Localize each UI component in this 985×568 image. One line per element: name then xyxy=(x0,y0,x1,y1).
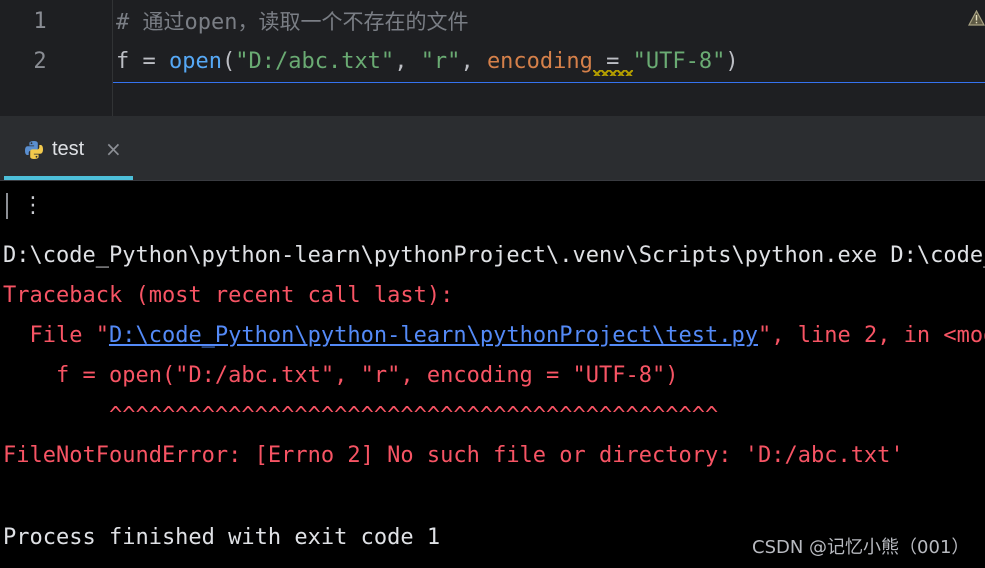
traceback-header: Traceback (most recent call last): xyxy=(3,283,454,308)
paren-token: ) xyxy=(725,49,739,74)
console-output[interactable]: D:\code_Python\python-learn\pythonProjec… xyxy=(0,236,985,568)
exit-message: Process finished with exit code 1 xyxy=(3,525,441,550)
error-message: FileNotFoundError: [Errno 2] No such fil… xyxy=(3,443,904,468)
comment-text: ，读取一个不存在的文件 xyxy=(237,10,469,34)
line-number: 1 xyxy=(33,9,47,34)
string-token: "r" xyxy=(420,49,461,74)
run-tool-window-header: test × xyxy=(0,118,985,181)
run-tab-test[interactable]: test × xyxy=(6,118,133,180)
active-tab-indicator xyxy=(4,176,133,180)
comment-text: open xyxy=(184,10,238,35)
comment-text: 通过 xyxy=(142,10,185,34)
warning-squiggle[interactable]: = xyxy=(592,49,633,76)
function-token: open xyxy=(169,49,222,74)
line-number-gutter: 1 2 xyxy=(0,0,113,118)
string-token: "D:/abc.txt" xyxy=(235,49,395,74)
more-options-icon[interactable]: ⋮ xyxy=(22,193,44,219)
line-number: 2 xyxy=(33,49,47,74)
file-link[interactable]: D:\code_Python\python-learn\pythonProjec… xyxy=(109,323,758,348)
tab-label: test xyxy=(52,138,85,160)
run-command: D:\code_Python\python-learn\pythonProjec… xyxy=(3,243,985,268)
file-prefix: File " xyxy=(3,323,109,348)
code-line-1[interactable]: # 通过open，读取一个不存在的文件 xyxy=(116,2,468,43)
comma-token: , xyxy=(460,49,487,74)
warning-icon[interactable] xyxy=(968,10,985,26)
paren-token: ( xyxy=(221,49,236,74)
variable-token: f xyxy=(116,49,130,74)
traceback-file-line: File "D:\code_Python\python-learn\python… xyxy=(3,316,985,356)
traceback-code-line: f = open("D:/abc.txt", "r", encoding = "… xyxy=(3,363,679,388)
python-icon xyxy=(25,141,43,159)
comma-token: , xyxy=(394,49,421,74)
string-token: "UTF-8" xyxy=(632,49,726,74)
comment-hash: # xyxy=(116,10,130,35)
toolbar-separator xyxy=(6,193,8,219)
operator-token: = xyxy=(129,49,169,74)
close-icon[interactable]: × xyxy=(105,134,122,164)
file-suffix: ", line 2, in <module> xyxy=(757,323,985,348)
code-editor[interactable]: 1 2 # 通过open，读取一个不存在的文件 f = open("D:/abc… xyxy=(0,0,985,118)
caret-line-border xyxy=(0,82,985,83)
traceback-carets: ^^^^^^^^^^^^^^^^^^^^^^^^^^^^^^^^^^^^^^^^… xyxy=(3,403,719,428)
console-toolbar: ⋮ xyxy=(0,181,985,231)
watermark: CSDN @记忆小熊（001） xyxy=(752,537,970,558)
code-line-2[interactable]: f = open("D:/abc.txt", "r", encoding = "… xyxy=(116,42,739,82)
keyword-arg-token: encoding xyxy=(486,49,593,74)
